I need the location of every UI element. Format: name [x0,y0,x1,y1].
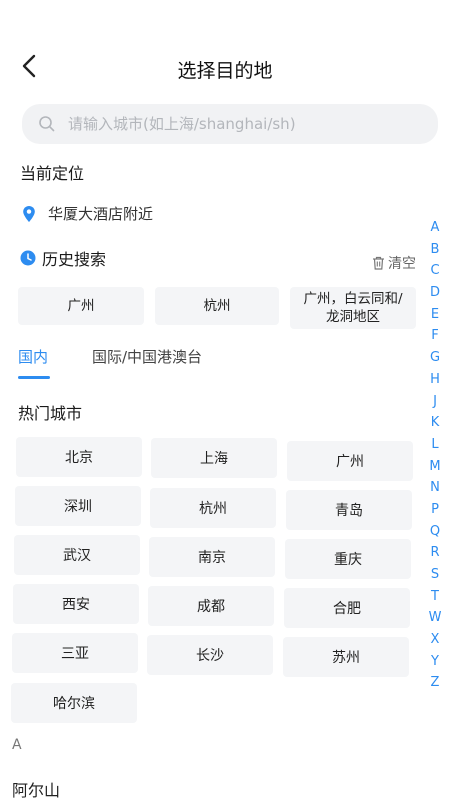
alphabet-letter[interactable]: J [420,394,450,416]
hot-city-item[interactable]: 杭州 [150,488,276,528]
alphabet-letter[interactable]: Z [420,675,450,697]
alphabet-letter[interactable]: C [420,263,450,285]
alphabet-letter[interactable]: Q [420,524,450,546]
location-pin-icon [23,205,35,222]
history-item[interactable]: 广州 [18,287,144,325]
alphabet-letter[interactable]: F [420,328,450,350]
alphabet-letter[interactable]: L [420,437,450,459]
current-location[interactable]: 华厦大酒店附近 [22,203,153,224]
alphabet-letter[interactable]: T [420,589,450,611]
alphabet-letter[interactable]: B [420,242,450,264]
hot-city-item[interactable]: 成都 [148,586,274,626]
hot-city-item[interactable]: 重庆 [285,539,411,579]
alphabet-letter[interactable]: N [420,480,450,502]
hot-city-item[interactable]: 苏州 [283,637,409,677]
alphabet-letter[interactable]: K [420,415,450,437]
history-item[interactable]: 广州，白云同和/龙洞地区 [290,287,416,329]
hot-city-item[interactable]: 青岛 [286,490,412,530]
clear-label: 清空 [388,256,416,272]
current-location-value: 华厦大酒店附近 [48,205,154,223]
tab-international[interactable]: 国际/中国港澳台 [92,346,202,367]
clock-icon [20,250,36,266]
hot-city-item[interactable]: 合肥 [284,588,410,628]
hot-city-item[interactable]: 深圳 [15,486,141,526]
hot-city-item[interactable]: 三亚 [12,633,138,673]
alphabet-letter[interactable]: S [420,567,450,589]
trash-icon [373,256,384,270]
hot-city-item[interactable]: 武汉 [14,535,140,575]
clear-history-button[interactable]: 清空 [372,253,416,273]
tab-indicator [18,376,50,379]
alphabet-letter[interactable]: G [420,350,450,372]
alphabet-letter[interactable]: E [420,307,450,329]
hot-city-item[interactable]: 广州 [287,441,413,481]
hot-city-item[interactable]: 哈尔滨 [11,683,137,723]
hot-city-item[interactable]: 上海 [151,438,277,478]
current-location-label: 当前定位 [20,164,85,183]
alphabet-letter[interactable]: A [420,220,450,242]
tab-domestic[interactable]: 国内 [18,346,48,367]
hot-city-item[interactable]: 长沙 [147,635,273,675]
alphabet-letter[interactable]: D [420,285,450,307]
search-bar[interactable] [22,104,438,144]
search-input[interactable] [66,114,438,134]
alphabet-letter[interactable]: R [420,545,450,567]
alphabet-letter[interactable]: W [420,610,450,632]
history-header: 历史搜索 [20,246,106,270]
section-letter: A [12,737,22,753]
hot-city-item[interactable]: 西安 [13,584,139,624]
hot-city-item[interactable]: 北京 [16,437,142,477]
history-label: 历史搜索 [42,250,107,269]
alphabet-letter[interactable]: P [420,502,450,524]
city-list-item[interactable]: 阿尔山 [12,777,60,801]
hot-cities-label: 热门城市 [18,404,83,423]
alphabet-letter[interactable]: Y [420,654,450,676]
alphabet-index[interactable]: A B C D E F G H J K L M N P Q R S T W X … [420,220,450,697]
hot-city-item[interactable]: 南京 [149,537,275,577]
alphabet-letter[interactable]: X [420,632,450,654]
alphabet-letter[interactable]: M [420,459,450,481]
page-title: 选择目的地 [177,60,273,82]
history-item[interactable]: 杭州 [155,287,279,325]
alphabet-letter[interactable]: H [420,372,450,394]
search-icon [39,116,55,132]
